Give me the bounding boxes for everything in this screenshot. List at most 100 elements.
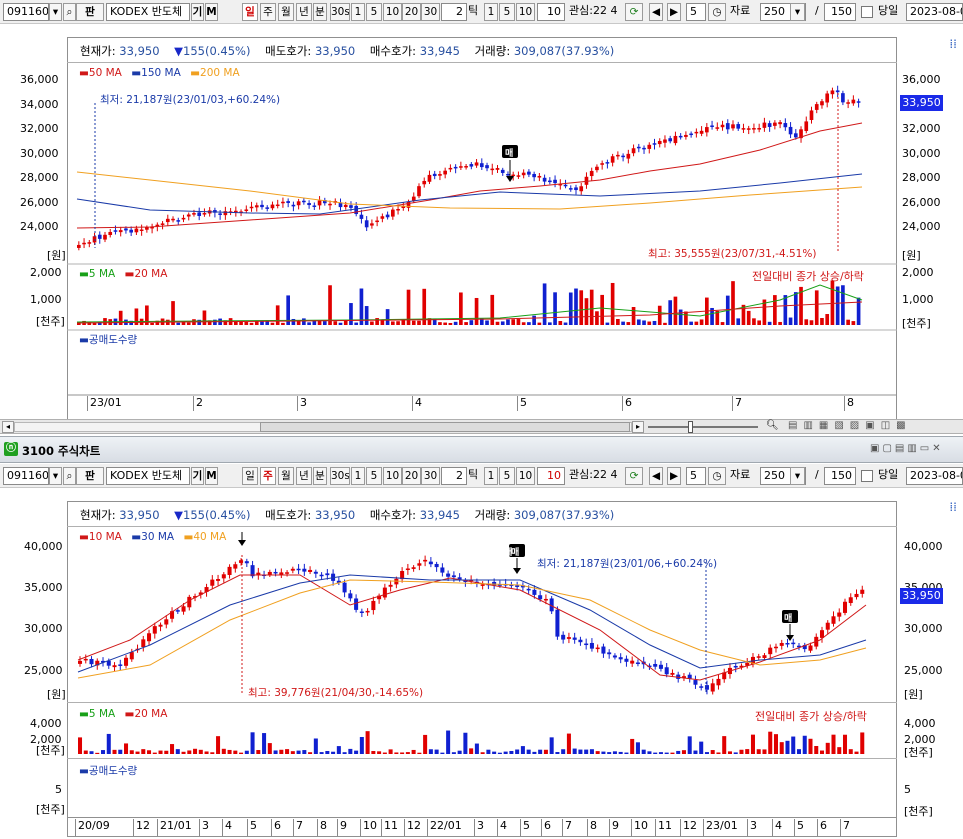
candle xyxy=(495,168,500,170)
volume-bar xyxy=(490,294,495,325)
candle xyxy=(835,90,840,93)
candle xyxy=(841,93,845,103)
tick-count-input[interactable]: 10 xyxy=(537,467,565,485)
scroll-right-icon[interactable]: ▸ xyxy=(632,421,644,433)
stock-name-field[interactable]: KODEX 반도체 xyxy=(106,467,190,485)
period-day-button[interactable]: 일 xyxy=(242,467,258,485)
candle xyxy=(746,128,751,130)
volume-bar xyxy=(349,303,353,325)
candle xyxy=(595,166,599,171)
prev-arrow-icon[interactable]: ◀ xyxy=(649,467,663,485)
tick-1-button[interactable]: 1 xyxy=(484,467,498,485)
gi-button[interactable]: 기 xyxy=(191,467,204,485)
sell-marker-text-1: 매 xyxy=(505,149,514,159)
scroll-left-icon[interactable]: ◂ xyxy=(2,421,14,433)
candle xyxy=(202,213,207,215)
same-day-checkbox[interactable] xyxy=(861,470,873,482)
settings-icon[interactable]: ⁞⁞ xyxy=(949,500,957,514)
candle xyxy=(736,124,741,129)
period-30s-button[interactable]: 30s xyxy=(330,467,350,485)
volume-bar xyxy=(364,306,369,325)
candle xyxy=(448,167,453,170)
refresh-icon[interactable]: ⟳ xyxy=(625,467,643,485)
period-minute-button[interactable]: 분 xyxy=(313,467,327,485)
period-week-button[interactable]: 주 xyxy=(260,467,276,485)
period-1-button[interactable]: 1 xyxy=(351,467,365,485)
candle xyxy=(427,174,432,182)
data-total-input[interactable]: 150 xyxy=(824,467,856,485)
vol-tick: 4,000 xyxy=(30,717,62,730)
volume-bar xyxy=(343,320,348,325)
x-tick: 2 xyxy=(193,396,203,411)
candle xyxy=(720,124,725,128)
candle xyxy=(621,155,625,158)
volume-bar xyxy=(537,322,542,325)
volume-bar xyxy=(527,322,531,325)
volume-bar xyxy=(678,309,683,325)
code-dropdown-button[interactable]: ▾ xyxy=(49,467,62,485)
candle xyxy=(275,204,280,207)
period-5-button[interactable]: 5 xyxy=(366,467,382,485)
chart-tools-icons[interactable]: ▤▥▦▧▨▣◫▩ xyxy=(788,420,912,431)
zoom-slider[interactable] xyxy=(648,426,758,428)
vol-tick: 1,000 xyxy=(30,293,62,306)
next-arrow-icon[interactable]: ▶ xyxy=(667,467,681,485)
tick-input[interactable]: 2 xyxy=(441,467,467,485)
volume-bar xyxy=(542,283,547,325)
m-button[interactable]: M xyxy=(205,467,218,485)
period-10-button[interactable]: 10 xyxy=(383,467,402,485)
candle xyxy=(616,154,620,157)
y-tick-right: 30,000 xyxy=(902,147,941,160)
candle xyxy=(631,148,636,154)
volume-bar xyxy=(281,322,285,325)
volume-bar xyxy=(176,322,181,325)
volume-bar xyxy=(500,321,505,325)
type-button[interactable]: 판 xyxy=(76,467,104,485)
candle xyxy=(197,212,202,216)
volume-bar xyxy=(783,295,788,325)
candle xyxy=(87,242,92,244)
zoom-icon[interactable]: 🔍︎ xyxy=(766,420,779,431)
volume-bar xyxy=(401,319,406,325)
volume-bar xyxy=(621,321,625,325)
period-month-button[interactable]: 월 xyxy=(278,467,294,485)
chevron-down-icon[interactable]: ▾ xyxy=(790,467,805,485)
period-20-button[interactable]: 20 xyxy=(402,467,421,485)
candle xyxy=(731,124,735,129)
vol-tick-right: 2,000 xyxy=(902,266,934,279)
chart-frame-2 xyxy=(67,501,897,837)
short-tick-right: 5 xyxy=(904,783,911,796)
scroll-thumb[interactable] xyxy=(260,422,630,432)
y-tick-right: 24,000 xyxy=(902,220,941,233)
clock-icon[interactable]: ◷ xyxy=(708,467,726,485)
candle xyxy=(663,139,667,143)
x-tick: 4 xyxy=(412,396,422,411)
vol-tick-right: 4,000 xyxy=(904,717,936,730)
candle xyxy=(396,209,400,211)
candle xyxy=(668,138,673,142)
candle xyxy=(642,147,646,150)
volume-bar xyxy=(804,319,809,325)
candle xyxy=(699,130,704,134)
volume-bar xyxy=(244,321,249,325)
search-icon[interactable]: ⌕ xyxy=(63,467,76,485)
period-30-button[interactable]: 30 xyxy=(421,467,440,485)
refresh-interval-input[interactable]: 5 xyxy=(686,467,706,485)
zoom-slider-handle[interactable] xyxy=(688,421,693,433)
period-year-button[interactable]: 년 xyxy=(296,467,312,485)
candle xyxy=(349,205,353,208)
x-tick: 12 xyxy=(680,819,697,836)
window-controls[interactable]: ▣▢▤▥▭✕ xyxy=(870,443,944,454)
candle xyxy=(762,122,767,128)
volume-bar xyxy=(752,318,756,325)
code-input[interactable]: 091160 xyxy=(3,467,49,485)
date-input[interactable]: 2023-08-0 xyxy=(906,467,963,485)
candle xyxy=(165,218,170,223)
volume-bar xyxy=(322,321,327,325)
candle xyxy=(705,127,709,133)
x-tick: 7 xyxy=(732,396,742,411)
candle xyxy=(453,166,458,169)
watch-label: 관심:22 4 xyxy=(569,468,618,481)
tick-10-button[interactable]: 10 xyxy=(516,467,535,485)
tick-5-button[interactable]: 5 xyxy=(499,467,515,485)
